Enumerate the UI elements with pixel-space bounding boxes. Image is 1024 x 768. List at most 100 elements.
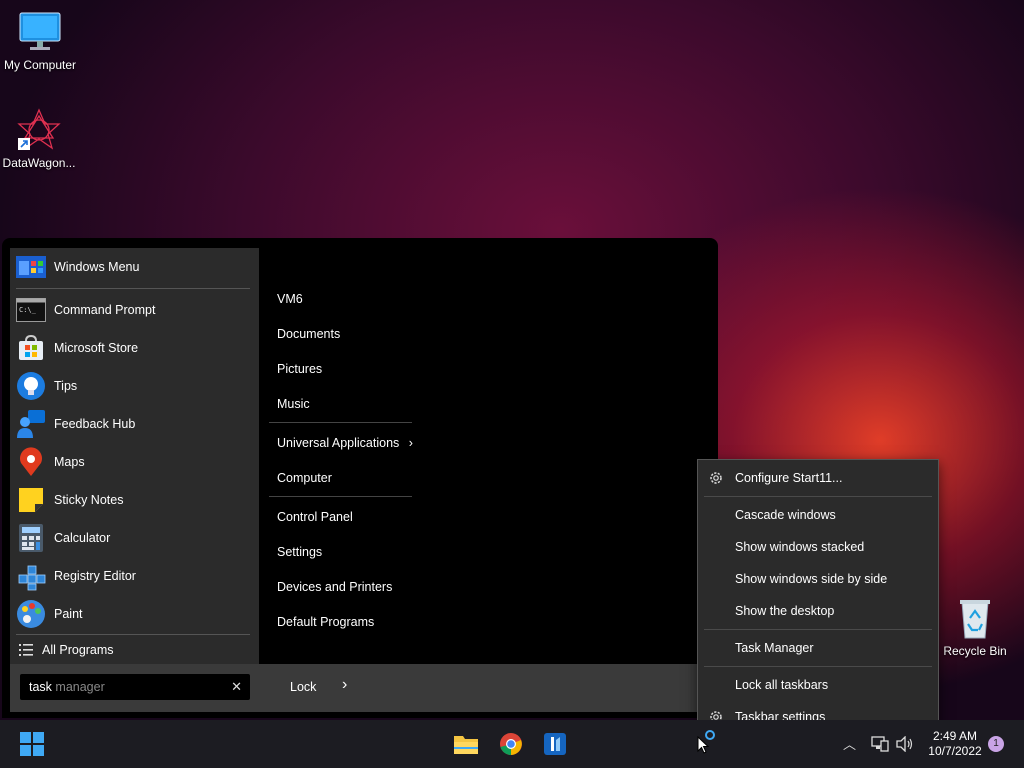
start-item-sticky-notes[interactable]: Sticky Notes (16, 483, 254, 517)
start-item-command-prompt[interactable]: C:\_ Command Prompt (16, 293, 254, 327)
place-settings[interactable]: Settings (277, 545, 322, 559)
maps-pin-icon (16, 447, 46, 477)
search-typed: task (29, 680, 52, 694)
place-universal-applications[interactable]: Universal Applications › (277, 436, 413, 450)
desktop-icon-my-computer[interactable]: My Computer (0, 10, 80, 72)
menu-show-windows-stacked[interactable]: Show windows stacked (735, 540, 864, 554)
search-text: task manager (29, 680, 105, 694)
divider (704, 496, 932, 497)
divider (16, 634, 250, 635)
place-pictures[interactable]: Pictures (277, 362, 322, 376)
start-item-registry-editor[interactable]: Registry Editor (16, 559, 254, 593)
chrome-button[interactable] (495, 728, 527, 760)
place-label: Universal Applications (277, 436, 400, 450)
clock-time: 2:49 AM (932, 729, 978, 743)
taskbar-context-menu: Configure Start11... Cascade windows Sho… (697, 459, 939, 737)
clear-search-icon[interactable]: ✕ (231, 679, 242, 695)
chevron-right-icon: › (408, 436, 413, 450)
start-item-label: Calculator (54, 531, 111, 545)
desktop-icon-label: DataWagon... (2, 156, 76, 170)
divider (16, 288, 250, 289)
sticky-notes-icon (16, 485, 46, 515)
menu-show-windows-side-by-side[interactable]: Show windows side by side (735, 572, 887, 586)
windows-logo-icon (20, 732, 44, 756)
start-item-feedback-hub[interactable]: Feedback Hub (16, 407, 254, 441)
notification-count: 1 (993, 738, 999, 749)
notification-badge[interactable]: 1 (988, 736, 1004, 752)
show-hidden-icons-chevron-up-icon[interactable]: ︿ (843, 734, 856, 753)
start-item-label: Sticky Notes (54, 493, 124, 507)
paint-palette-icon (16, 599, 46, 629)
lock-button[interactable]: Lock (290, 680, 316, 694)
volume-icon[interactable] (896, 735, 914, 757)
start-menu-bottom-bar: task manager ✕ Lock › (10, 664, 711, 712)
network-icon[interactable] (871, 736, 889, 757)
monitor-icon (18, 10, 62, 54)
start-item-label: Registry Editor (54, 569, 136, 583)
feedback-hub-icon (16, 409, 46, 439)
start-item-windows-menu[interactable]: Windows Menu (16, 250, 254, 284)
divider (269, 496, 412, 497)
search-suggestion: manager (51, 680, 105, 694)
recycle-bin-icon (953, 596, 997, 640)
desktop-icon-recycle-bin[interactable]: Recycle Bin (935, 596, 1015, 658)
place-vm6[interactable]: VM6 (277, 292, 303, 306)
menu-configure-start11[interactable]: Configure Start11... (735, 471, 842, 485)
tips-bulb-icon (16, 371, 46, 401)
taskbar: ︿ 2:49 AM 10/7/2022 1 (0, 720, 1024, 768)
microsoft-store-icon (16, 333, 46, 363)
app-button[interactable] (539, 728, 571, 760)
search-input[interactable]: task manager ✕ (20, 674, 250, 700)
start-button[interactable] (16, 728, 48, 760)
lock-label: Lock (290, 680, 317, 694)
start-item-maps[interactable]: Maps (16, 445, 254, 479)
gear-icon (708, 470, 724, 486)
registry-editor-icon (16, 561, 46, 591)
menu-show-the-desktop[interactable]: Show the desktop (735, 604, 834, 618)
datawagon-shortcut-icon (17, 108, 61, 152)
place-default-programs[interactable]: Default Programs (277, 615, 374, 629)
start-item-label: Microsoft Store (54, 341, 139, 355)
all-programs-button[interactable]: All Programs (16, 638, 254, 662)
start-item-label: Command Prompt (54, 303, 156, 317)
start-item-tips[interactable]: Tips (16, 369, 254, 403)
chrome-icon (500, 733, 522, 755)
divider (704, 629, 932, 630)
folder-icon (454, 736, 478, 754)
place-control-panel[interactable]: Control Panel (277, 510, 353, 524)
place-devices-and-printers[interactable]: Devices and Printers (277, 580, 392, 594)
start-menu: Windows Menu C:\_ Command Prompt Microso… (2, 238, 718, 718)
start-item-label: Tips (54, 379, 78, 393)
clock[interactable]: 2:49 AM 10/7/2022 (922, 729, 988, 759)
power-options-chevron-icon[interactable]: › (342, 676, 347, 694)
svg-text:C:\_: C:\_ (19, 306, 37, 314)
menu-lock-all-taskbars[interactable]: Lock all taskbars (735, 678, 828, 692)
menu-task-manager[interactable]: Task Manager (735, 641, 814, 655)
start-item-calculator[interactable]: Calculator (16, 521, 254, 555)
file-explorer-button[interactable] (450, 728, 482, 760)
start-menu-places: VM6 Documents Pictures Music Universal A… (259, 248, 711, 664)
divider (269, 422, 412, 423)
start-item-label: Maps (54, 455, 85, 469)
windows-menu-icon (16, 252, 46, 282)
calculator-icon (16, 523, 46, 553)
app-icon (544, 733, 566, 755)
place-music[interactable]: Music (277, 397, 310, 411)
start-item-label: Windows Menu (54, 260, 140, 274)
busy-indicator-icon (705, 730, 715, 740)
desktop-icon-datawagon[interactable]: DataWagon... (0, 108, 79, 170)
start-menu-pinned-list: Windows Menu C:\_ Command Prompt Microso… (10, 248, 260, 664)
desktop-icon-label: My Computer (3, 58, 77, 72)
menu-cascade-windows[interactable]: Cascade windows (735, 508, 836, 522)
place-computer[interactable]: Computer (277, 471, 332, 485)
start-item-microsoft-store[interactable]: Microsoft Store (16, 331, 254, 365)
start-item-paint[interactable]: Paint (16, 597, 254, 631)
start-item-label: Feedback Hub (54, 417, 136, 431)
list-icon (19, 643, 33, 657)
place-documents[interactable]: Documents (277, 327, 340, 341)
start-item-label: Paint (54, 607, 83, 621)
command-prompt-icon: C:\_ (16, 295, 46, 325)
all-programs-label: All Programs (42, 643, 114, 657)
clock-date: 10/7/2022 (928, 744, 982, 758)
desktop-icon-label: Recycle Bin (943, 644, 1007, 658)
